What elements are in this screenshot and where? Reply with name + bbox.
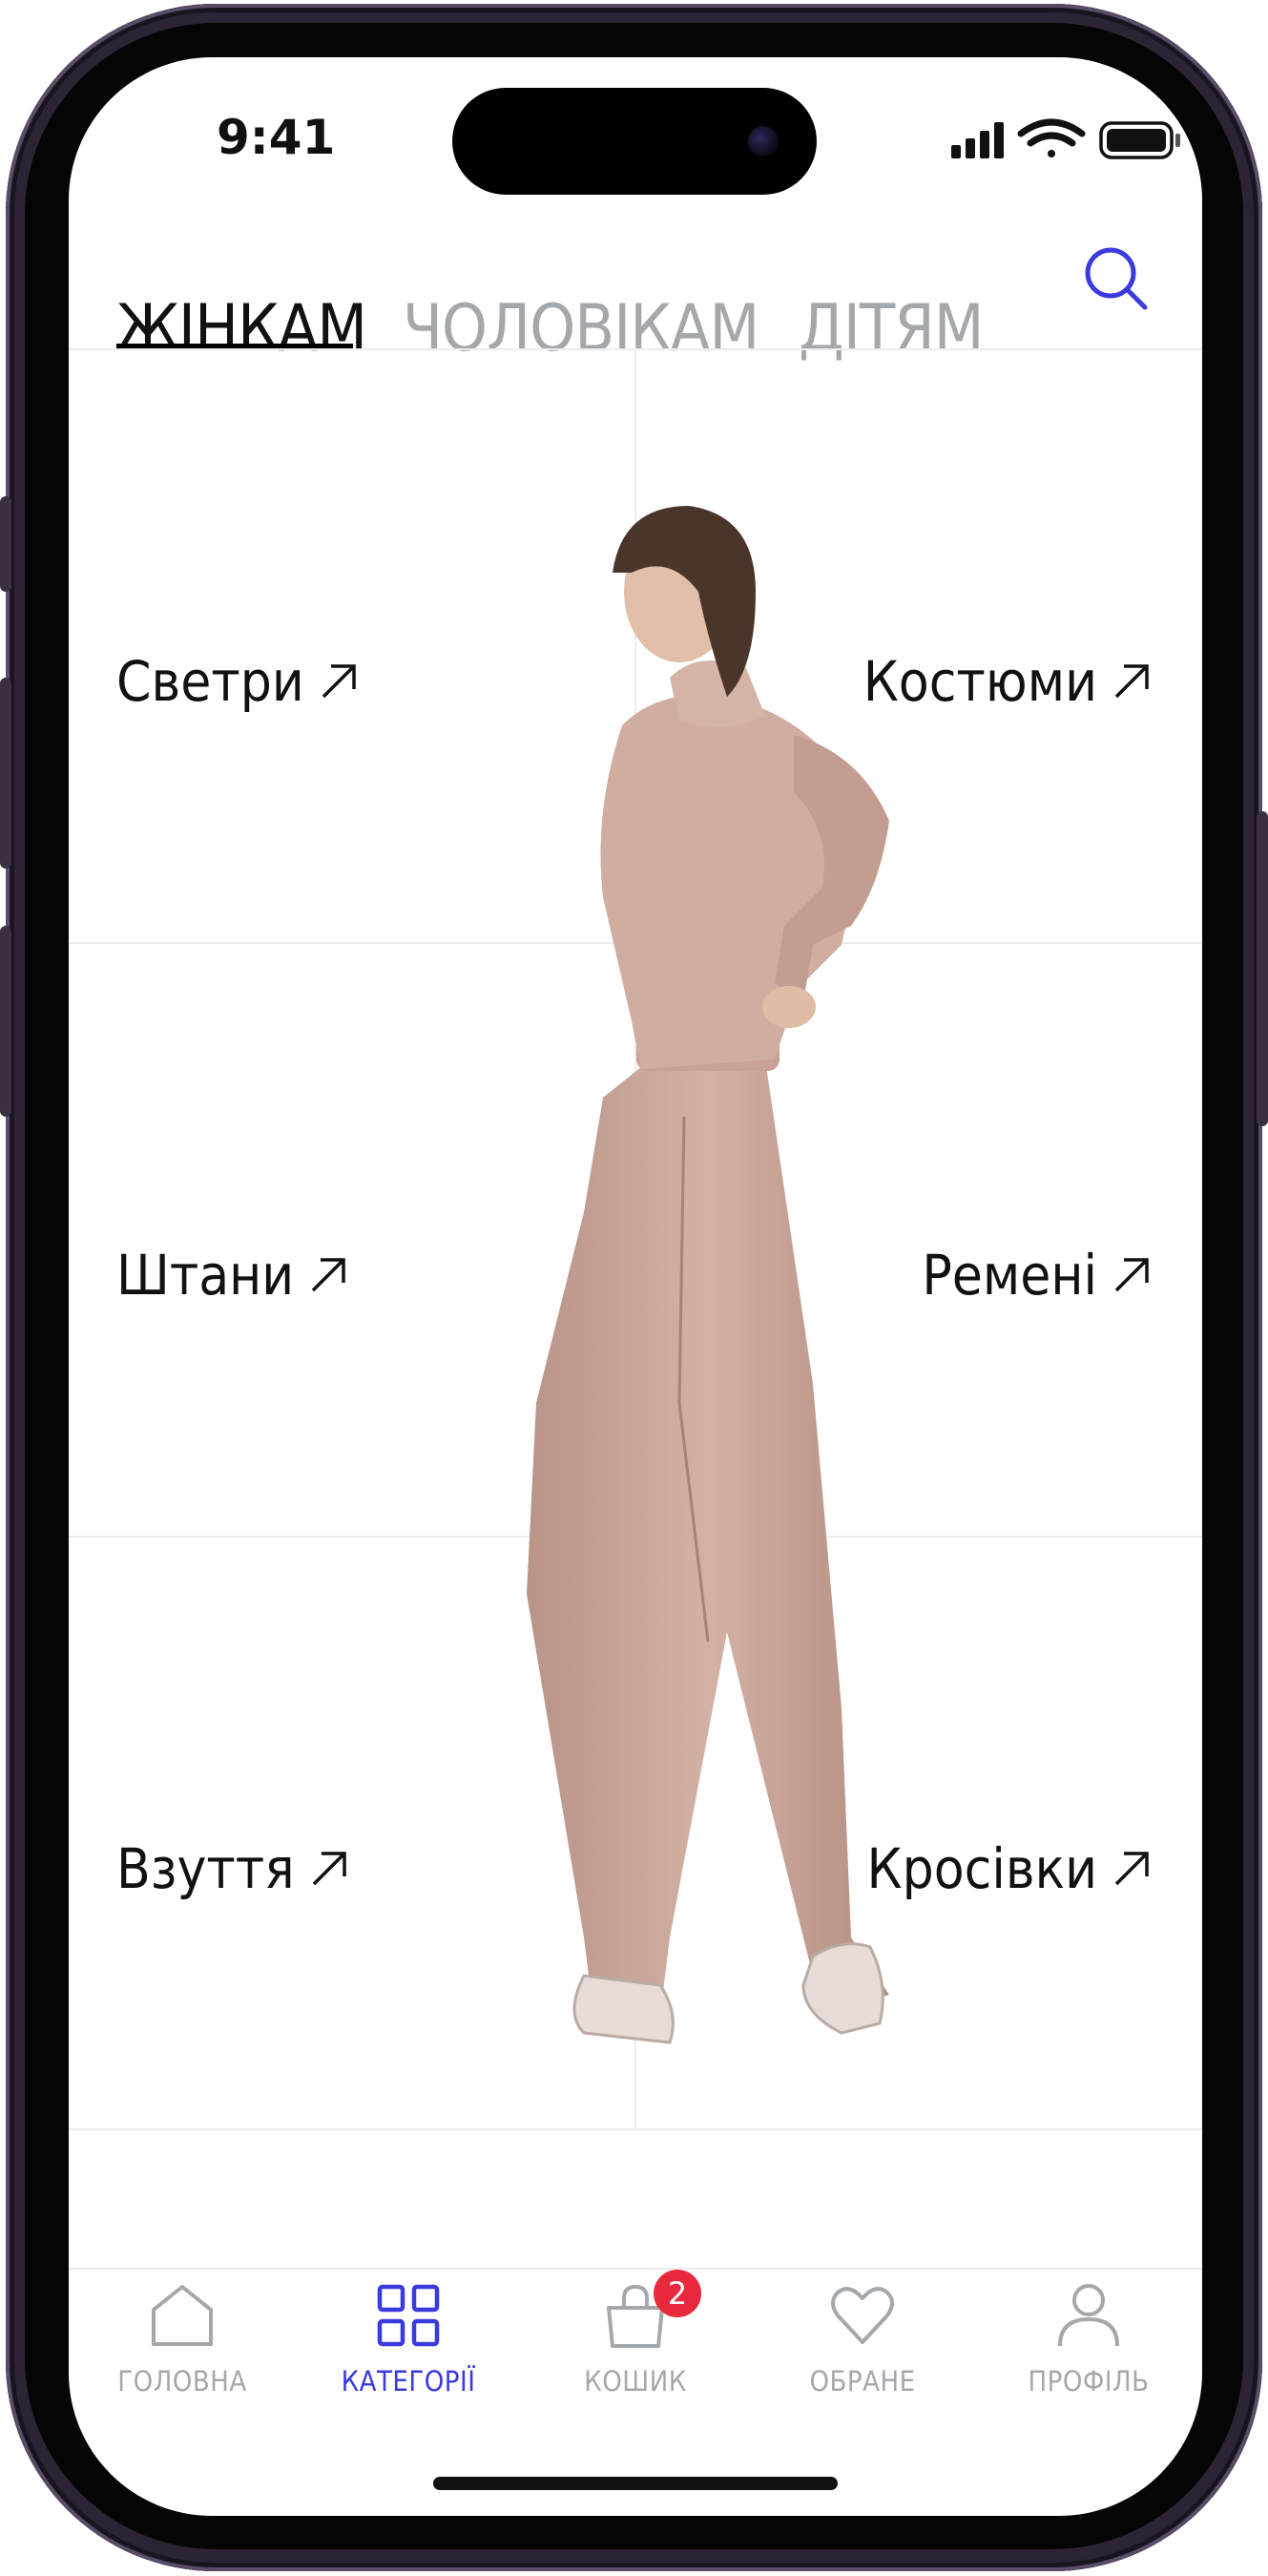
nav-label: ОБРАНЕ	[809, 2365, 916, 2398]
category-link-sweaters[interactable]: Светри	[116, 649, 360, 714]
home-indicator[interactable]	[433, 2477, 838, 2490]
category-label: Светри	[116, 649, 304, 714]
category-label: Штани	[116, 1243, 295, 1308]
category-link-pants[interactable]: Штани	[116, 1243, 349, 1308]
side-button-power	[1257, 811, 1268, 1126]
grid-icon	[377, 2284, 440, 2347]
arrow-up-right-icon	[1114, 1258, 1149, 1292]
category-link-suits[interactable]: Костюми	[863, 649, 1153, 714]
arrow-up-right-icon	[312, 1852, 346, 1886]
dynamic-island	[452, 88, 817, 195]
battery-icon	[1099, 121, 1180, 159]
arrow-up-right-icon	[1114, 664, 1149, 699]
camera-icon	[748, 126, 779, 157]
nav-categories[interactable]: КАТЕГОРІЇ	[313, 2281, 504, 2415]
status-time: 9:41	[217, 110, 336, 165]
screen: 9:41 ЖІНКАМ ЧОЛОВІКАМ ДІТЯМ Светри Костю…	[69, 57, 1202, 2516]
category-link-sneakers[interactable]: Кросівки	[867, 1836, 1153, 1901]
home-icon	[152, 2285, 213, 2346]
heart-icon	[831, 2287, 894, 2344]
side-button-action	[0, 496, 11, 592]
category-label: Костюми	[863, 649, 1097, 714]
nav-profile[interactable]: ПРОФІЛЬ	[993, 2281, 1184, 2415]
wifi-icon	[1017, 118, 1086, 157]
search-icon	[1085, 247, 1148, 310]
status-icons	[951, 118, 1180, 159]
signal-icon	[951, 122, 1004, 158]
category-link-belts[interactable]: Ремені	[922, 1243, 1153, 1308]
side-button-volume-down	[0, 926, 11, 1117]
nav-label: КАТЕГОРІЇ	[341, 2365, 476, 2398]
nav-label: ПРОФІЛЬ	[1028, 2365, 1150, 2398]
arrow-up-right-icon	[311, 1258, 345, 1292]
profile-icon	[1058, 2284, 1119, 2347]
nav-label: КОШИК	[584, 2365, 687, 2398]
category-label: Кросівки	[866, 1836, 1097, 1901]
tabbar-divider	[69, 2268, 1202, 2270]
search-button[interactable]	[1078, 241, 1154, 317]
nav-favorites[interactable]: ОБРАНЕ	[767, 2281, 958, 2415]
side-button-volume-up	[0, 678, 11, 869]
cart-badge: 2	[654, 2270, 701, 2317]
arrow-up-right-icon	[1114, 1852, 1149, 1886]
nav-label: ГОЛОВНА	[117, 2365, 247, 2398]
category-label: Взуття	[116, 1836, 295, 1901]
category-link-shoes[interactable]: Взуття	[116, 1836, 350, 1901]
arrow-up-right-icon	[322, 664, 356, 699]
category-label: Ремені	[922, 1243, 1097, 1308]
nav-home[interactable]: ГОЛОВНА	[87, 2281, 278, 2415]
nav-cart[interactable]: 2 КОШИК	[540, 2270, 731, 2415]
